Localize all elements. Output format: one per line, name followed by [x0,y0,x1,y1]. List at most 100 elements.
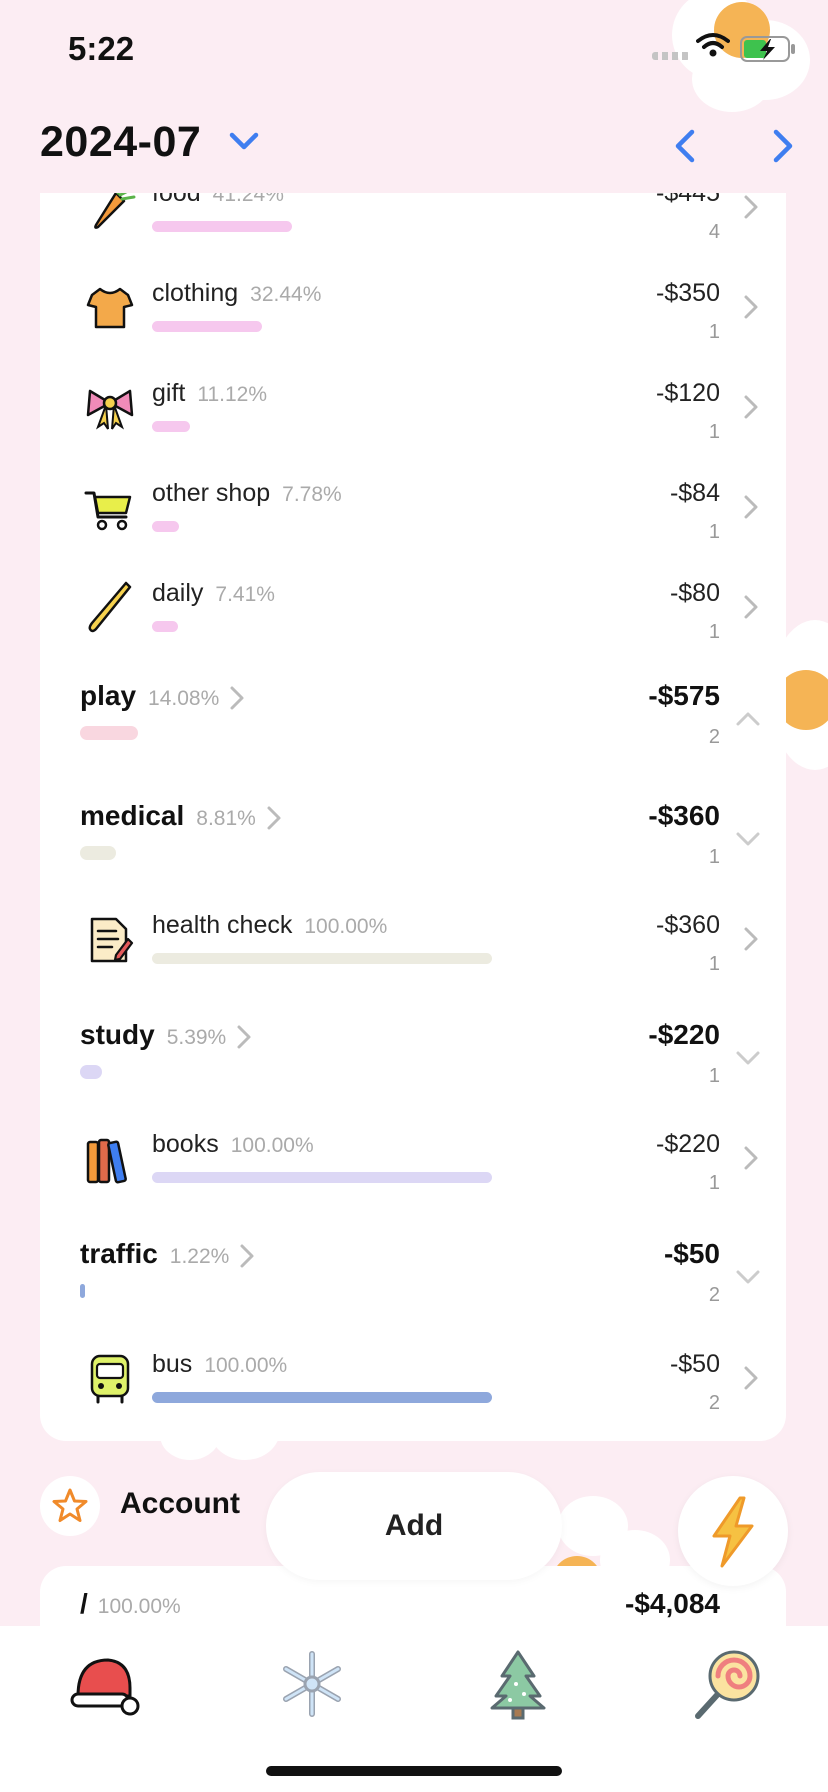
tab-settings[interactable] [688,1644,768,1724]
subcategory-count: 4 [708,221,720,243]
tshirt-icon [82,279,138,335]
wifi-icon [696,33,730,57]
chevron-down-icon[interactable] [228,130,260,152]
category-share-bar [80,846,116,860]
account-section-title: Account [120,1487,240,1520]
chevron-right-icon [230,686,244,710]
lightning-icon [712,1496,754,1568]
subcategory-name: daily 7.41% [152,579,275,607]
subcategory-share-bar [152,1392,492,1403]
santa-hat-icon [70,1658,140,1716]
category-share-bar [80,1284,85,1298]
subcategory-share-bar [152,221,292,232]
carrot-icon [82,193,138,235]
bus-icon [82,1350,138,1406]
subcategory-amount: -$50 [669,1350,720,1378]
chevron-down-icon[interactable] [734,830,762,848]
battery-icon [740,36,795,62]
subcategory-name: gift 11.12% [152,379,268,407]
chevron-right-icon [744,395,758,419]
lollipop-icon [695,1650,760,1719]
subcategory-amount: -$350 [656,279,720,307]
chevron-right-icon [744,1366,758,1390]
add-button[interactable]: Add [266,1472,562,1580]
tab-stats[interactable] [272,1644,352,1724]
category-amount: -$50 [663,1238,720,1269]
subcategory-count: 1 [708,621,720,643]
chevron-right-icon [744,495,758,519]
snowflake-icon [283,1651,341,1717]
month-header: 2024-07 [0,100,828,190]
tree-icon [490,1650,546,1720]
subcategory-name: food 41.24% [152,193,284,207]
chevron-right-icon [744,195,758,219]
category-count: 1 [708,846,720,868]
toothbrush-icon [82,579,138,635]
account-name: /100.00% [80,1588,181,1619]
subcategory-amount: -$120 [656,379,720,407]
subcategory-name: clothing 32.44% [152,279,322,307]
chevron-right-icon [744,595,758,619]
home-indicator [266,1766,562,1776]
note-icon [82,911,138,967]
star-icon [52,1488,88,1522]
category-count: 1 [708,1065,720,1087]
account-amount: -$4,084 [625,1588,720,1619]
chevron-right-icon [744,295,758,319]
chevron-right-icon [744,1146,758,1170]
previous-month-button[interactable] [664,124,708,168]
subcategory-share-bar [152,521,179,532]
cart-icon [82,479,138,535]
subcategory-amount: -$84 [669,479,720,507]
subcategory-count: 1 [708,1172,720,1194]
tab-tree[interactable] [478,1644,558,1724]
category-name: study 5.39% [80,1019,252,1051]
account-section-icon [40,1476,100,1536]
quick-add-button[interactable] [678,1476,788,1586]
category-list-card: food 41.24% -$445 4 clothing 32.44% -$350 … [40,193,786,1441]
chevron-right-icon [240,1244,254,1268]
chevron-up-icon[interactable] [734,710,762,728]
category-share-bar [80,1065,102,1079]
tab-home[interactable] [64,1644,144,1724]
subcategory-count: 1 [708,421,720,443]
subcategory-name: health check 100.00% [152,911,388,939]
category-amount: -$575 [648,680,720,711]
chevron-right-icon [267,806,281,830]
subcategory-amount: -$360 [656,911,720,939]
subcategory-count: 2 [708,1392,720,1414]
category-share-bar [80,726,138,740]
category-count: 2 [708,726,720,748]
chevron-down-icon[interactable] [734,1049,762,1067]
subcategory-name: other shop 7.78% [152,479,342,507]
subcategory-share-bar [152,1172,492,1183]
subcategory-amount: -$220 [656,1130,720,1158]
subcategory-count: 1 [708,953,720,975]
chevron-right-icon [237,1025,251,1049]
subcategory-name: books 100.00% [152,1130,314,1158]
category-count: 2 [708,1284,720,1306]
signal-dots-icon [652,52,690,60]
subcategory-amount: -$445 [656,193,720,207]
chevron-down-icon[interactable] [734,1268,762,1286]
subcategory-count: 1 [708,521,720,543]
bow-icon [82,379,138,435]
subcategory-share-bar [152,621,178,632]
subcategory-amount: -$80 [669,579,720,607]
next-month-button[interactable] [760,124,804,168]
subcategory-count: 1 [708,321,720,343]
category-name: play 14.08% [80,680,245,712]
month-selector[interactable]: 2024-07 [40,118,201,167]
status-time: 5:22 [68,30,135,67]
category-name: medical 8.81% [80,800,282,832]
subcategory-share-bar [152,421,190,432]
category-amount: -$360 [648,800,720,831]
category-name: traffic 1.22% [80,1238,255,1270]
books-icon [82,1130,138,1186]
chevron-right-icon [744,927,758,951]
status-bar: 5:22 [0,0,828,100]
subcategory-share-bar [152,953,492,964]
category-amount: -$220 [648,1019,720,1050]
subcategory-name: bus 100.00% [152,1350,288,1378]
subcategory-share-bar [152,321,262,332]
